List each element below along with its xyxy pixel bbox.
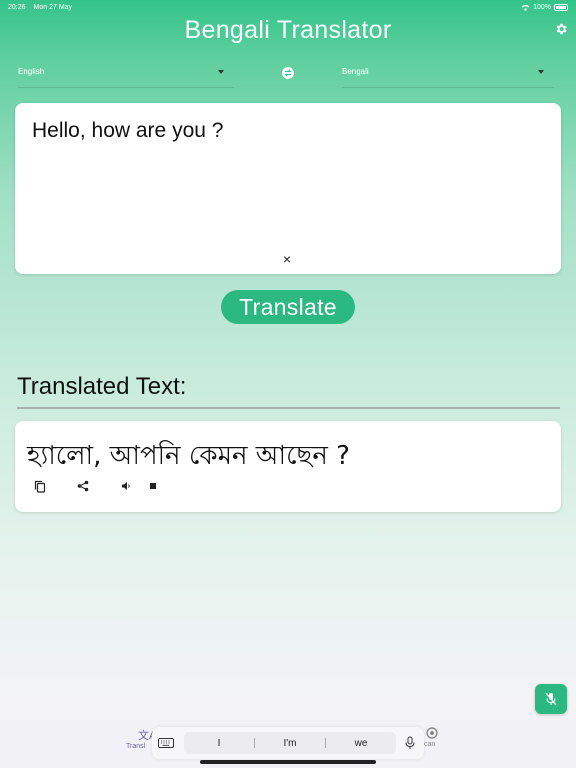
source-language-label: English xyxy=(18,67,45,76)
translated-section-title: Translated Text: xyxy=(17,373,187,400)
suggestion-pill: I I'm we xyxy=(184,732,396,754)
status-right: 100% xyxy=(521,3,568,11)
status-time: 20:26 xyxy=(8,3,26,11)
nav-item-scan[interactable]: can xyxy=(424,727,438,748)
translate-button[interactable]: Translate xyxy=(221,290,355,324)
battery-icon xyxy=(554,3,568,11)
speaker-icon xyxy=(122,482,130,490)
app-title: Bengali Translator xyxy=(184,16,392,44)
wifi-icon xyxy=(521,4,530,11)
target-language-select[interactable]: Bengali xyxy=(342,62,554,88)
swap-icon xyxy=(284,69,292,77)
stop-icon xyxy=(150,483,156,489)
nav-item-scan-label: can xyxy=(424,741,436,748)
source-language-select[interactable]: English xyxy=(18,62,234,88)
keyboard-suggestion-bar: I I'm we xyxy=(152,727,424,759)
suggestion-item[interactable]: I xyxy=(184,738,254,749)
stop-button[interactable] xyxy=(146,479,160,493)
voice-input-button[interactable] xyxy=(535,684,567,714)
copy-button[interactable] xyxy=(33,479,47,493)
target-language-label: Bengali xyxy=(342,67,369,76)
translated-text: হ্যালো, আপনি কেমন আছেন ? xyxy=(27,441,350,471)
mic-off-icon xyxy=(545,692,557,706)
settings-icon[interactable] xyxy=(554,22,568,36)
home-indicator xyxy=(200,760,376,764)
copy-icon xyxy=(34,480,46,493)
battery-percent: 100% xyxy=(533,3,551,11)
chevron-down-icon xyxy=(538,70,544,74)
suggestion-item[interactable]: we xyxy=(326,738,396,749)
scan-icon xyxy=(426,727,438,739)
input-text-field[interactable]: Hello, how are you ? xyxy=(32,119,223,143)
status-date: Mon 27 May xyxy=(33,3,73,11)
status-bar: 20:26 Mon 27 May 100% xyxy=(0,0,576,14)
suggestion-item[interactable]: I'm xyxy=(255,738,325,749)
input-card[interactable]: Hello, how are you ? × xyxy=(15,103,561,274)
chevron-down-icon xyxy=(218,70,224,74)
swap-languages-button[interactable] xyxy=(282,67,294,79)
output-actions xyxy=(33,479,160,493)
speak-button[interactable] xyxy=(119,479,133,493)
nav-item-translate-label: Transl xyxy=(126,743,146,750)
share-icon xyxy=(77,480,89,492)
share-button[interactable] xyxy=(76,479,90,493)
output-card: হ্যালো, আপনি কেমন আছেন ? xyxy=(15,421,561,512)
clear-input-button[interactable]: × xyxy=(281,252,293,266)
mic-icon[interactable] xyxy=(404,736,416,750)
keyboard-icon[interactable] xyxy=(158,737,174,749)
section-divider xyxy=(17,407,560,409)
